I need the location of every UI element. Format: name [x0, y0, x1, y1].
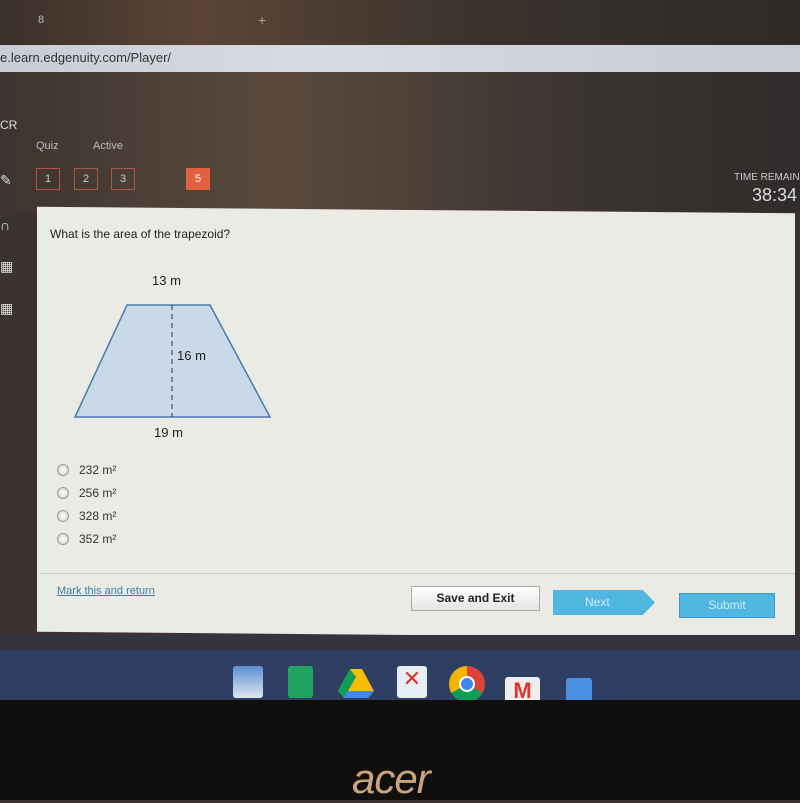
calculator-icon-2[interactable]: ▦: [0, 300, 18, 316]
sheets-icon[interactable]: [288, 666, 313, 698]
divider: [40, 573, 795, 574]
question-2-button[interactable]: 2: [74, 168, 98, 190]
question-1-button[interactable]: 1: [36, 168, 60, 190]
pencil-icon[interactable]: ✎: [0, 172, 18, 188]
question-5-button[interactable]: 5: [186, 168, 210, 190]
radio-button[interactable]: [57, 464, 69, 476]
radio-button[interactable]: [57, 510, 69, 522]
browser-tab-bar: 8 +: [0, 0, 800, 45]
browser-tab[interactable]: 8: [38, 14, 44, 26]
answer-option[interactable]: 328 m²: [57, 509, 116, 523]
app-label: CR: [0, 118, 18, 132]
answer-option[interactable]: 232 m²: [57, 463, 116, 477]
address-bar[interactable]: e.learn.edgenuity.com/Player/: [0, 45, 800, 72]
option-label: 328 m²: [79, 509, 117, 523]
brand-logo: acer: [352, 755, 431, 802]
next-button[interactable]: Next: [553, 590, 655, 615]
answer-option[interactable]: 256 m²: [57, 486, 116, 500]
time-remaining-value: 38:34: [752, 185, 798, 205]
option-label: 232 m²: [79, 463, 117, 477]
top-base-label: 13 m: [152, 273, 181, 288]
save-and-exit-button[interactable]: Save and Exit: [411, 586, 540, 611]
drive-icon[interactable]: [338, 667, 374, 699]
question-3-button[interactable]: 3: [111, 168, 135, 190]
mark-and-return-link[interactable]: Mark this and return: [57, 585, 155, 597]
new-tab-button[interactable]: +: [258, 12, 266, 28]
chrome-icon[interactable]: [449, 666, 485, 702]
app-icon[interactable]: [233, 666, 263, 698]
question-text: What is the area of the trapezoid?: [50, 227, 231, 241]
option-label: 352 m²: [79, 532, 117, 546]
calculator-icon[interactable]: ▦: [0, 258, 18, 274]
answer-option[interactable]: 352 m²: [57, 532, 116, 546]
height-label: 16 m: [177, 348, 206, 363]
headphones-icon[interactable]: ∩: [0, 217, 18, 233]
trapezoid-figure: 13 m 16 m 19 m: [73, 273, 272, 440]
radio-button[interactable]: [57, 487, 69, 499]
bottom-base-label: 19 m: [154, 425, 183, 440]
submit-button[interactable]: Submit: [679, 593, 775, 618]
time-remaining-label: TIME REMAIN: [734, 172, 800, 183]
edgenuity-icon[interactable]: ✕: [397, 666, 427, 698]
screen-gap: [0, 635, 800, 650]
option-label: 256 m²: [79, 486, 117, 500]
radio-button[interactable]: [57, 533, 69, 545]
quiz-label: Quiz: [36, 140, 59, 152]
status-label: Active: [93, 140, 123, 152]
